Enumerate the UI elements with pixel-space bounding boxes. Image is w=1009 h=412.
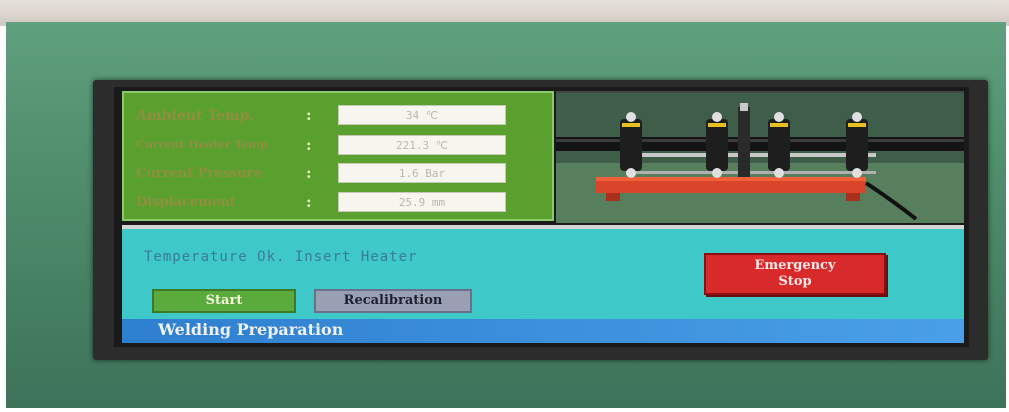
reading-label: Current Heater Temp bbox=[136, 138, 268, 151]
footer-bar: Welding Preparation bbox=[122, 319, 964, 343]
emergency-stop-label-line2: Stop bbox=[778, 274, 812, 289]
reading-label: Current Pressure bbox=[136, 166, 262, 181]
reading-label: Ambient Temp. bbox=[136, 108, 255, 124]
status-message: Temperature Ok. Insert Heater bbox=[144, 249, 418, 265]
pressure-field: 1.6 Bar bbox=[338, 163, 506, 183]
emergency-stop-label-line1: Emergency bbox=[754, 258, 836, 273]
reading-colon: : bbox=[306, 106, 312, 124]
reading-label: Displacement bbox=[136, 195, 236, 210]
welding-machine-image bbox=[556, 93, 964, 223]
start-button[interactable]: Start bbox=[152, 289, 296, 313]
screen-title: Welding Preparation bbox=[158, 320, 344, 339]
hmi-screen: Ambient Temp. : 34 ℃ Current Heater Temp… bbox=[114, 87, 969, 347]
displacement-field: 25.9 mm bbox=[338, 192, 506, 212]
reading-row-ambient: Ambient Temp. : 34 ℃ bbox=[124, 105, 552, 129]
status-area: Temperature Ok. Insert Heater Start Reca… bbox=[122, 225, 964, 323]
emergency-stop-button[interactable]: Emergency Stop bbox=[704, 253, 886, 295]
welding-machine-photo bbox=[556, 91, 964, 223]
ambient-temp-field: 34 ℃ bbox=[338, 105, 506, 125]
readings-panel: Ambient Temp. : 34 ℃ Current Heater Temp… bbox=[122, 91, 554, 221]
reading-colon: : bbox=[306, 164, 312, 182]
reading-row-pressure: Current Pressure : 1.6 Bar bbox=[124, 163, 552, 187]
reading-row-heater: Current Heater Temp : 221.3 ℃ bbox=[124, 135, 552, 159]
recalibration-button[interactable]: Recalibration bbox=[314, 289, 472, 313]
reading-colon: : bbox=[306, 193, 312, 211]
reading-colon: : bbox=[306, 136, 312, 154]
heater-temp-field: 221.3 ℃ bbox=[338, 135, 506, 155]
reading-row-displacement: Displacement : 25.9 mm bbox=[124, 192, 552, 216]
